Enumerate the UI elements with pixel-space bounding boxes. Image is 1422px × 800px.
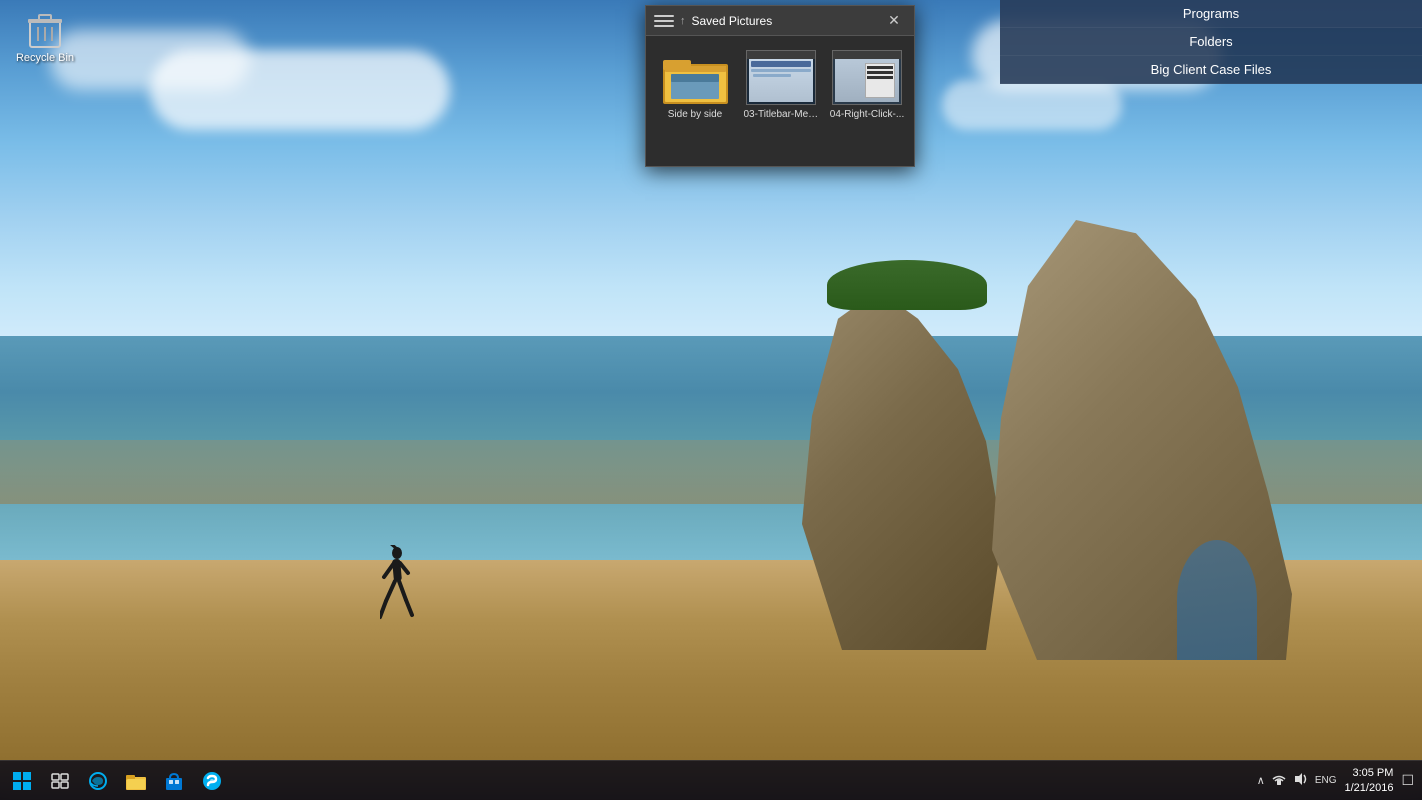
close-button[interactable]: ✕ (882, 9, 906, 33)
file-label-04-right-click: 04-Right-Click-... (830, 109, 905, 120)
rock-green-top (827, 260, 987, 310)
recycle-bin[interactable]: Recycle Bin (10, 10, 80, 64)
tray-chevron[interactable]: ∧ (1257, 774, 1265, 787)
keyboard-icon[interactable]: ENG (1315, 775, 1337, 786)
big-client-item[interactable]: Big Client Case Files (1000, 56, 1422, 84)
explorer-title: ↑ Saved Pictures (680, 14, 882, 28)
taskbar-left (0, 763, 234, 799)
volume-icon[interactable] (1293, 772, 1309, 789)
folder-thumb (660, 50, 730, 105)
file-label-03-titlebar: 03-Titlebar-Men... (744, 109, 819, 120)
menu-icon[interactable] (654, 11, 674, 31)
skype-button[interactable] (194, 763, 230, 799)
file-label-side-by-side: Side by side (658, 109, 733, 120)
right-panel: Programs Folders Big Client Case Files (1000, 0, 1422, 84)
runner-figure (380, 545, 415, 635)
cloud-2 (150, 50, 450, 130)
file-item-04-right-click[interactable]: 04-Right-Click-... (828, 46, 906, 156)
file-explorer-button[interactable] (118, 763, 154, 799)
clock-date: 1/21/2016 (1345, 781, 1394, 795)
system-tray: ∧ ENG (1257, 772, 1337, 789)
title-arrow: ↑ (680, 15, 686, 27)
file-item-side-by-side[interactable]: Side by side (656, 46, 734, 156)
window-title: Saved Pictures (692, 14, 773, 28)
cloud-4 (942, 80, 1122, 130)
edge-button[interactable] (80, 763, 116, 799)
store-button[interactable] (156, 763, 192, 799)
network-icon[interactable] (1271, 772, 1287, 789)
task-view-button[interactable] (42, 763, 78, 799)
taskbar: ∧ ENG 3:05 PM 1/21/2016 (0, 760, 1422, 800)
explorer-content: Side by side 03-Titlebar-Men... (646, 36, 914, 166)
explorer-titlebar[interactable]: ↑ Saved Pictures ✕ (646, 6, 914, 36)
start-button[interactable] (4, 763, 40, 799)
screenshot-thumb-2 (832, 50, 902, 105)
programs-item[interactable]: Programs (1000, 0, 1422, 28)
recycle-bin-icon (25, 10, 65, 50)
taskbar-right: ∧ ENG 3:05 PM 1/21/2016 (1249, 766, 1422, 795)
action-center-button[interactable]: ☐ (1401, 772, 1414, 789)
folders-item[interactable]: Folders (1000, 28, 1422, 56)
rock-arch (1177, 540, 1257, 660)
file-item-03-titlebar[interactable]: 03-Titlebar-Men... (742, 46, 820, 156)
screenshot-thumb-1 (746, 50, 816, 105)
explorer-window: ↑ Saved Pictures ✕ Side by side (645, 5, 915, 167)
clock-time: 3:05 PM (1345, 766, 1394, 780)
clock[interactable]: 3:05 PM 1/21/2016 (1345, 766, 1394, 795)
recycle-bin-label: Recycle Bin (16, 52, 74, 64)
